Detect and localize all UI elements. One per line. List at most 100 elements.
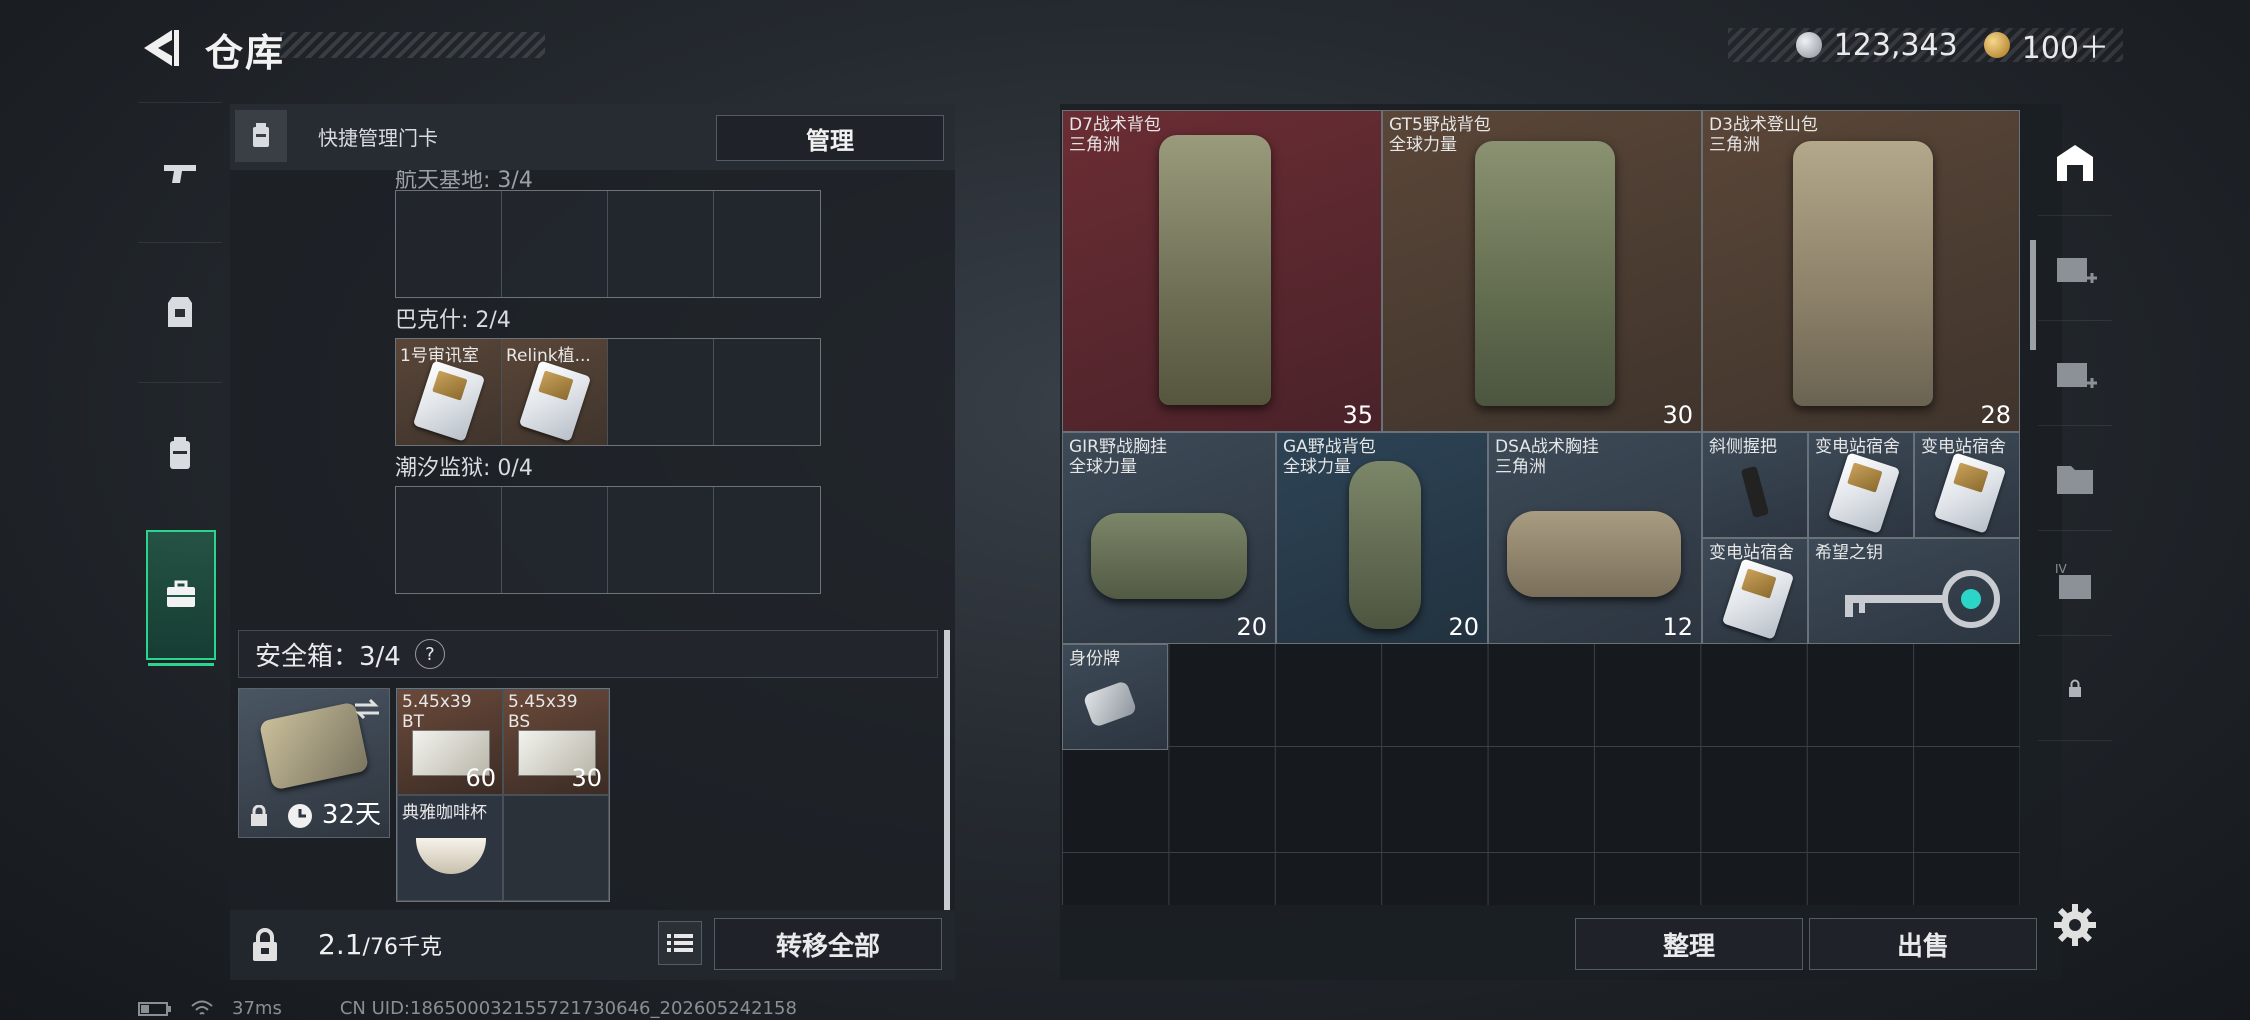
list-view-button[interactable] xyxy=(658,921,702,965)
item-name: 变电站宿舍 xyxy=(1709,543,1794,563)
clock-icon xyxy=(288,804,312,828)
keycard-bag-icon xyxy=(235,110,287,162)
stash-item[interactable]: DSA战术胸挂 三角洲 12 xyxy=(1488,432,1702,644)
grip-icon xyxy=(1740,465,1770,519)
scrollbar[interactable] xyxy=(2030,240,2036,350)
item-name: 5.45x39 BS xyxy=(508,692,578,732)
keycard-icon xyxy=(1933,452,2007,534)
sort-button[interactable]: 整理 xyxy=(1575,918,1803,970)
manage-button[interactable]: 管理 xyxy=(716,115,944,161)
gold-coin-icon xyxy=(1983,32,2010,58)
backpack-icon xyxy=(1793,141,1933,406)
stash-item[interactable]: 希望之钥 xyxy=(1808,538,2020,644)
keycard-slot[interactable] xyxy=(714,191,820,297)
settings-gear-icon[interactable] xyxy=(2050,900,2100,950)
tab-weapons[interactable] xyxy=(138,102,222,243)
item-capacity: 20 xyxy=(1448,613,1479,641)
item-name: D3战术登山包 xyxy=(1709,115,1818,135)
silver-amount: 123,343 xyxy=(1833,27,1958,63)
stash-item[interactable]: 变电站宿舍 xyxy=(1808,432,1914,538)
safe-box-label: 安全箱：3/4 xyxy=(255,641,401,672)
keycard-icon xyxy=(1827,452,1901,534)
lock-button[interactable] xyxy=(240,918,290,972)
key-icon xyxy=(1845,570,2000,628)
item-name: 典雅咖啡杯 xyxy=(402,803,487,823)
keycard-slot[interactable] xyxy=(502,191,608,297)
keycard-slot[interactable] xyxy=(396,191,502,297)
quick-manage-label: 快捷管理门卡 xyxy=(318,126,438,150)
item-name: 变电站宿舍 xyxy=(1921,437,2006,457)
pistol-icon xyxy=(164,165,196,183)
item-faction: 三角洲 xyxy=(1495,457,1546,477)
item-faction: 全球力量 xyxy=(1283,457,1351,477)
weight-value: 2.1 xyxy=(318,928,363,961)
sell-button[interactable]: 出售 xyxy=(1809,918,2037,970)
battery-icon xyxy=(138,1001,171,1016)
keycard-item[interactable]: Relink植... xyxy=(502,339,608,445)
tab-case[interactable] xyxy=(146,530,216,666)
keycard-grid-baksh[interactable]: 1号审讯室 Relink植... xyxy=(395,338,821,446)
safe-box-grid[interactable]: 5.45x39 BT 60 5.45x39 BS 30 典雅咖啡杯 xyxy=(396,688,610,902)
item-name: 希望之钥 xyxy=(1815,543,1883,563)
list-icon xyxy=(667,934,693,952)
keycard-slot[interactable] xyxy=(714,339,820,445)
keycard-item[interactable]: 1号审讯室 xyxy=(396,339,502,445)
item-faction: 全球力量 xyxy=(1069,457,1137,477)
lock-icon xyxy=(253,928,277,961)
stash-grid[interactable]: D7战术背包 三角洲 35 GT5野战背包 全球力量 30 D3战术登山包 三角洲 2… xyxy=(1062,110,2020,905)
swap-icon[interactable] xyxy=(353,697,381,721)
backpack-icon xyxy=(170,437,190,469)
tab-add-stash-2[interactable] xyxy=(2038,320,2112,426)
scrollbar[interactable] xyxy=(944,630,950,910)
empty-slot[interactable] xyxy=(503,795,609,901)
stash-item[interactable]: GIR野战胸挂 全球力量 20 xyxy=(1062,432,1276,644)
keycard-grid-aerospace[interactable] xyxy=(395,190,821,298)
ammo-item[interactable]: 5.45x39 BS 30 xyxy=(503,689,609,795)
stash-item[interactable]: GT5野战背包 全球力量 30 xyxy=(1382,110,1702,432)
item-name: GA野战背包 xyxy=(1283,437,1376,457)
stash-item[interactable]: 变电站宿舍 xyxy=(1914,432,2020,538)
keycard-slot[interactable] xyxy=(714,487,820,593)
keycard-slot[interactable] xyxy=(502,487,608,593)
backpack-icon xyxy=(1475,141,1615,406)
item-faction: 三角洲 xyxy=(1069,135,1120,155)
back-arrow-icon[interactable] xyxy=(138,26,182,70)
item-count: 60 xyxy=(465,764,496,792)
stash-item[interactable]: 斜侧握把 xyxy=(1702,432,1808,538)
item-capacity: 30 xyxy=(1662,401,1693,429)
keycard-slot[interactable] xyxy=(608,339,714,445)
tab-armor[interactable] xyxy=(138,242,222,383)
tab-storage-iv[interactable]: IV xyxy=(2038,530,2112,636)
tab-backpack[interactable] xyxy=(138,382,222,523)
stash-item[interactable]: 变电站宿舍 xyxy=(1702,538,1808,644)
stash-item[interactable]: D3战术登山包 三角洲 28 xyxy=(1702,110,2020,432)
tab-add-stash-1[interactable] xyxy=(2038,215,2112,321)
tab-folder[interactable] xyxy=(2038,425,2112,531)
ammo-item[interactable]: 5.45x39 BT 60 xyxy=(397,689,503,795)
gold-amount[interactable]: 100＋ xyxy=(2022,23,2109,67)
keycard-icon xyxy=(1721,558,1795,640)
item-name: D7战术背包 xyxy=(1069,115,1161,135)
lock-icon xyxy=(251,805,267,826)
add-storage-icon xyxy=(2057,362,2097,388)
section-label-baksh: 巴克什: 2/4 xyxy=(395,308,511,333)
keycard-grid-tidal-prison[interactable] xyxy=(395,486,821,594)
keycard-slot[interactable] xyxy=(608,487,714,593)
keycard-slot[interactable] xyxy=(608,191,714,297)
tab-locked[interactable] xyxy=(2038,635,2112,741)
title-stripe xyxy=(280,32,545,58)
stash-item[interactable]: D7战术背包 三角洲 35 xyxy=(1062,110,1382,432)
safe-box-item[interactable]: 32天 xyxy=(238,688,390,838)
cup-item[interactable]: 典雅咖啡杯 xyxy=(397,795,503,901)
left-tab-rail xyxy=(138,102,222,672)
briefcase-icon xyxy=(167,580,195,607)
tab-stash-main[interactable] xyxy=(2038,110,2112,216)
stash-item[interactable]: GA野战背包 全球力量 20 xyxy=(1276,432,1488,644)
status-bar: 37ms CN UID:186500032155721730646_202605… xyxy=(138,998,797,1019)
stash-item[interactable]: 身份牌 xyxy=(1062,644,1168,750)
keycard-slot[interactable] xyxy=(396,487,502,593)
item-name: GT5野战背包 xyxy=(1389,115,1491,135)
transfer-all-button[interactable]: 转移全部 xyxy=(714,918,942,970)
help-icon[interactable]: ? xyxy=(414,639,445,669)
chest-rig-icon xyxy=(1507,511,1681,597)
